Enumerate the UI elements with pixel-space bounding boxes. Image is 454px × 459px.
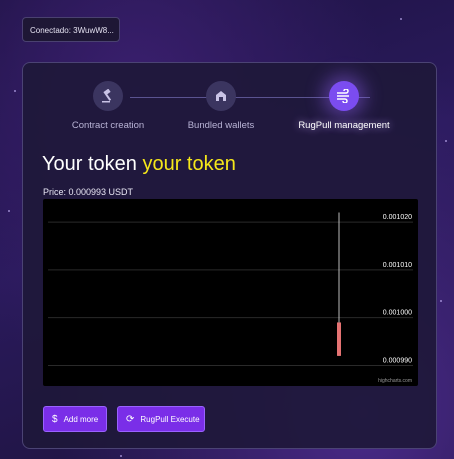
page-title: Your token your token: [42, 153, 236, 176]
add-more-button[interactable]: $ Add more: [43, 406, 107, 432]
chart-watermark[interactable]: highcharts.com: [378, 378, 412, 384]
connected-wallet-badge[interactable]: Conectado: 3WuwW8...: [22, 17, 120, 42]
gavel-icon: [93, 81, 123, 111]
y-tick-label: 0.001010: [383, 262, 412, 269]
price-label: Price: 0.000993 USDT: [43, 187, 134, 197]
star-decoration: [440, 300, 442, 302]
candle-body[interactable]: [337, 322, 341, 356]
y-tick-label: 0.001000: [383, 310, 412, 317]
y-tick-label: 0.001020: [383, 214, 412, 221]
y-tick-label: 0.000990: [383, 357, 412, 364]
wallet-icon: [206, 81, 236, 111]
rugpull-execute-button[interactable]: ⟳ RugPull Execute: [117, 406, 205, 432]
dollar-icon: $: [52, 413, 58, 425]
add-more-label: Add more: [63, 414, 99, 424]
star-decoration: [400, 18, 402, 20]
rugpull-execute-label: RugPull Execute: [140, 414, 200, 424]
star-decoration: [445, 140, 447, 142]
token-management-card: Contract creation Bundled wallets RugPul…: [22, 62, 437, 449]
step-label: Contract creation: [71, 120, 145, 131]
star-decoration: [8, 210, 10, 212]
star-decoration: [120, 455, 122, 457]
refresh-coin-icon: ⟳: [126, 413, 135, 425]
step-rugpull-management[interactable]: RugPull management: [284, 81, 404, 131]
price-chart[interactable]: 0.001020 0.001010 0.001000 0.000990 highchar…: [43, 199, 418, 386]
token-name: your token: [142, 153, 236, 175]
title-prefix: Your token: [42, 153, 137, 175]
step-label: Bundled wallets: [187, 120, 255, 131]
step-bundled-wallets[interactable]: Bundled wallets: [161, 81, 281, 131]
step-contract-creation[interactable]: Contract creation: [48, 81, 168, 131]
star-decoration: [14, 90, 16, 92]
wind-icon: [329, 81, 359, 111]
step-label: RugPull management: [298, 120, 390, 131]
